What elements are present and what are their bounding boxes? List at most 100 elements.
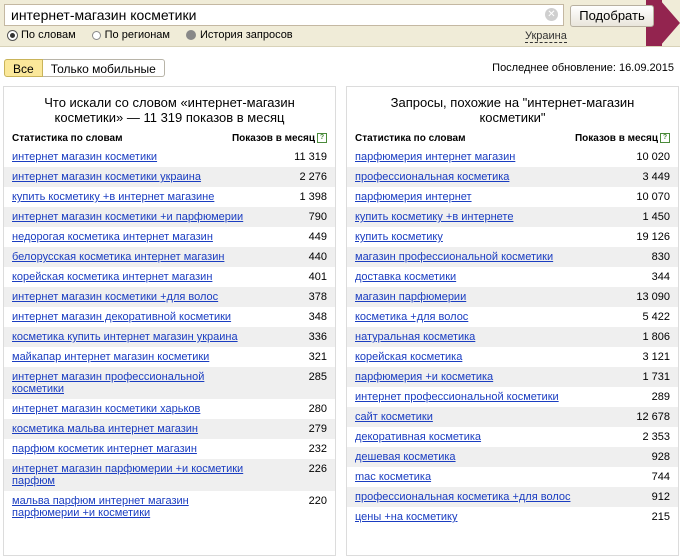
help-icon[interactable]: ? bbox=[660, 133, 670, 144]
query-link[interactable]: магазин парфюмерии bbox=[355, 291, 466, 303]
impressions-count: 928 bbox=[651, 451, 670, 463]
table-row: парфюм косметик интернет магазин 232 bbox=[12, 439, 327, 459]
impressions-count: 220 bbox=[308, 495, 327, 507]
table-row: купить косметику +в интернете 1 450 bbox=[347, 207, 678, 227]
tab-mobile-only[interactable]: Только мобильные bbox=[42, 59, 165, 77]
radio-label: По словам bbox=[21, 29, 76, 41]
impressions-count: 280 bbox=[308, 403, 327, 415]
query-link[interactable]: корейская косметика bbox=[355, 351, 462, 363]
query-link[interactable]: майкапар интернет магазин косметики bbox=[12, 351, 209, 363]
impressions-count: 440 bbox=[308, 251, 327, 263]
find-button[interactable]: Подобрать bbox=[570, 5, 654, 27]
query-link[interactable]: парфюмерия интернет магазин bbox=[355, 151, 515, 163]
left-panel-title: Что искали со словом «интернет-магазин к… bbox=[4, 87, 335, 126]
impressions-count: 3 449 bbox=[642, 171, 670, 183]
query-link[interactable]: цены +на косметику bbox=[355, 511, 458, 523]
impressions-count: 912 bbox=[651, 491, 670, 503]
impressions-count: 344 bbox=[651, 271, 670, 283]
left-table-header: Статистика по словам Показов в месяц? bbox=[4, 131, 335, 147]
query-link[interactable]: косметика купить интернет магазин украин… bbox=[12, 331, 238, 343]
impressions-count: 744 bbox=[651, 471, 670, 483]
right-panel-title: Запросы, похожие на "интернет-магазин ко… bbox=[390, 95, 635, 125]
impressions-count: 279 bbox=[308, 423, 327, 435]
query-link[interactable]: мальва парфюм интернет магазин парфюмери… bbox=[12, 495, 252, 519]
impressions-count: 1 398 bbox=[299, 191, 327, 203]
radio-by-regions[interactable]: По регионам bbox=[91, 29, 170, 41]
query-link[interactable]: профессиональная косметика +для волос bbox=[355, 491, 570, 503]
impressions-count: 321 bbox=[308, 351, 327, 363]
impressions-count: 5 422 bbox=[642, 311, 670, 323]
query-link[interactable]: mac косметика bbox=[355, 471, 431, 483]
query-link[interactable]: корейская косметика интернет магазин bbox=[12, 271, 212, 283]
table-row: купить косметику 19 126 bbox=[355, 227, 670, 247]
query-link[interactable]: интернет магазин косметики харьков bbox=[12, 403, 200, 415]
impressions-count: 336 bbox=[308, 331, 327, 343]
query-link[interactable]: парфюм косметик интернет магазин bbox=[12, 443, 197, 455]
tab-all[interactable]: Все bbox=[4, 59, 43, 77]
query-link[interactable]: интернет магазин косметики украина bbox=[12, 171, 201, 183]
query-link[interactable]: недорогая косметика интернет магазин bbox=[12, 231, 213, 243]
radio-history[interactable]: История запросов bbox=[186, 29, 293, 41]
table-row: интернет профессиональной косметики 289 bbox=[355, 387, 670, 407]
left-title-suffix: показов в месяц bbox=[182, 110, 285, 125]
mode-radios: По словам По регионам История запросов bbox=[8, 29, 309, 41]
col-query-header: Статистика по словам bbox=[12, 133, 123, 144]
radio-unchecked-icon bbox=[91, 30, 101, 40]
impressions-count: 226 bbox=[308, 463, 327, 475]
query-link[interactable]: декоративная косметика bbox=[355, 431, 481, 443]
impressions-count: 2 276 bbox=[299, 171, 327, 183]
impressions-count: 215 bbox=[651, 511, 670, 523]
table-row: интернет магазин парфюмерии +и косметики… bbox=[4, 459, 335, 491]
impressions-count: 830 bbox=[651, 251, 670, 263]
query-link[interactable]: косметика +для волос bbox=[355, 311, 468, 323]
query-link[interactable]: интернет магазин косметики bbox=[12, 151, 157, 163]
query-link[interactable]: магазин профессиональной косметики bbox=[355, 251, 553, 263]
query-link[interactable]: купить косметику +в интернет магазине bbox=[12, 191, 214, 203]
table-row: корейская косметика 3 121 bbox=[355, 347, 670, 367]
table-row: недорогая косметика интернет магазин 449 bbox=[12, 227, 327, 247]
query-link[interactable]: профессиональная косметика bbox=[355, 171, 509, 183]
query-link[interactable]: купить косметику +в интернете bbox=[355, 211, 513, 223]
device-tabs: Все Только мобильные bbox=[4, 59, 165, 77]
impressions-count: 289 bbox=[651, 391, 670, 403]
table-row: mac косметика 744 bbox=[355, 467, 670, 487]
region-link[interactable]: Украина bbox=[525, 30, 567, 43]
impressions-count: 13 090 bbox=[636, 291, 670, 303]
query-link[interactable]: интернет профессиональной косметики bbox=[355, 391, 559, 403]
query-link[interactable]: дешевая косметика bbox=[355, 451, 456, 463]
help-icon[interactable]: ? bbox=[317, 133, 327, 144]
query-link[interactable]: интернет магазин профессиональной космет… bbox=[12, 371, 252, 395]
radio-by-words[interactable]: По словам bbox=[8, 29, 76, 41]
query-link[interactable]: купить косметику bbox=[355, 231, 443, 243]
col-count-header: Показов в месяц? bbox=[232, 131, 327, 147]
query-link[interactable]: белорусская косметика интернет магазин bbox=[12, 251, 224, 263]
query-link[interactable]: доставка косметики bbox=[355, 271, 456, 283]
table-row: парфюмерия интернет магазин 10 020 bbox=[355, 147, 670, 167]
table-row: белорусская косметика интернет магазин 44… bbox=[4, 247, 335, 267]
table-row: интернет магазин косметики +для волос 378 bbox=[4, 287, 335, 307]
query-link[interactable]: парфюмерия интернет bbox=[355, 191, 472, 203]
table-row: парфюмерия интернет 10 070 bbox=[355, 187, 670, 207]
table-row: профессиональная косметика +для волос 912 bbox=[347, 487, 678, 507]
radio-checked-icon bbox=[8, 30, 17, 40]
query-link[interactable]: косметика мальва интернет магазин bbox=[12, 423, 198, 435]
impressions-count: 19 126 bbox=[636, 231, 670, 243]
left-table: интернет магазин косметики 11 319 интернет… bbox=[4, 147, 335, 523]
query-link[interactable]: сайт косметики bbox=[355, 411, 433, 423]
top-bar: ✕ Подобрать По словам По регионам Истори… bbox=[0, 0, 680, 47]
history-icon bbox=[186, 30, 196, 40]
query-link[interactable]: парфюмерия +и косметика bbox=[355, 371, 493, 383]
table-row: мальва парфюм интернет магазин парфюмери… bbox=[12, 491, 327, 523]
query-link[interactable]: натуральная косметика bbox=[355, 331, 475, 343]
search-input[interactable] bbox=[5, 5, 547, 25]
query-link[interactable]: интернет магазин косметики +для волос bbox=[12, 291, 218, 303]
table-row: парфюмерия +и косметика 1 731 bbox=[347, 367, 678, 387]
query-link[interactable]: интернет магазин декоративной косметики bbox=[12, 311, 231, 323]
clear-icon[interactable]: ✕ bbox=[545, 8, 558, 21]
query-link[interactable]: интернет магазин парфюмерии +и косметики… bbox=[12, 463, 252, 487]
impressions-count: 1 450 bbox=[642, 211, 670, 223]
impressions-count: 378 bbox=[308, 291, 327, 303]
table-row: интернет магазин косметики харьков 280 bbox=[12, 399, 327, 419]
query-link[interactable]: интернет магазин косметики +и парфюмерии bbox=[12, 211, 243, 223]
col-query-header: Статистика по словам bbox=[355, 133, 466, 144]
